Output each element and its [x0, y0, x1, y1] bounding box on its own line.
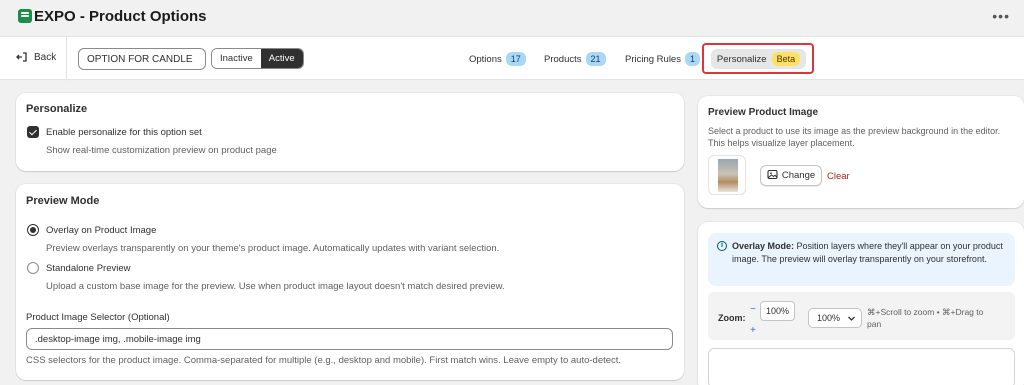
app-logo-icon: [18, 9, 32, 23]
enable-personalize-label: Enable personalize for this option set: [46, 127, 202, 138]
tab-options-count: 17: [505, 52, 526, 66]
overlay-mode-info-banner: i Overlay Mode: Position layers where th…: [708, 233, 1015, 286]
product-thumbnail[interactable]: [708, 155, 746, 195]
standalone-label: Standalone Preview: [46, 263, 131, 274]
tab-products-count: 21: [585, 52, 606, 66]
tab-options[interactable]: Options 17: [469, 52, 526, 66]
tab-products[interactable]: Products 21: [544, 52, 606, 66]
toolbar: Back Inactive Active Options 17 Products…: [0, 36, 1024, 81]
overlay-radio[interactable]: [27, 224, 39, 236]
zoom-preset-select[interactable]: 100%: [808, 308, 862, 328]
info-icon: i: [717, 241, 727, 251]
selector-help: CSS selectors for the product image. Com…: [26, 355, 622, 366]
overlay-help: Preview overlays transparently on your t…: [46, 243, 500, 254]
zoom-hint-1: ⌘+Scroll to zoom • ⌘+Drag to: [867, 307, 984, 317]
tab-pricing-rules-label: Pricing Rules: [625, 53, 681, 65]
clear-image-link[interactable]: Clear: [827, 171, 850, 182]
tab-personalize-label: Personalize: [716, 53, 767, 65]
product-image-selector-input[interactable]: [26, 328, 673, 350]
zoom-out-button[interactable]: −: [750, 304, 756, 315]
tab-bar: Options 17 Products 21 Pricing Rules 1 P…: [0, 37, 1024, 81]
page-title: EXPO - Product Options: [34, 8, 207, 25]
tab-personalize[interactable]: Personalize Beta: [711, 49, 806, 69]
info-bold: Overlay Mode:: [732, 241, 795, 251]
preview-canvas[interactable]: [708, 348, 1015, 385]
tab-pricing-rules[interactable]: Pricing Rules 1: [625, 52, 700, 66]
highlight-box: Personalize Beta: [702, 43, 814, 74]
chevron-down-icon: [847, 314, 856, 325]
beta-badge: Beta: [771, 52, 801, 66]
preview-image-title: Preview Product Image: [708, 107, 819, 118]
zoom-value-input[interactable]: [760, 301, 795, 321]
overlay-mode-info-text: Overlay Mode: Position layers where they…: [732, 240, 1008, 266]
standalone-radio[interactable]: [27, 262, 39, 274]
selector-label: Product Image Selector (Optional): [26, 312, 170, 323]
standalone-help: Upload a custom base image for the previ…: [46, 281, 505, 292]
preview-image-desc-1: Select a product to use its image as the…: [708, 126, 1001, 136]
preview-mode-title: Preview Mode: [26, 195, 100, 207]
change-label: Change: [781, 170, 816, 181]
zoom-in-button[interactable]: +: [750, 325, 756, 336]
preview-image-desc-2: This helps visualize layer placement.: [708, 138, 855, 148]
tab-products-label: Products: [544, 53, 582, 65]
personalize-card-title: Personalize: [26, 103, 88, 115]
candle-product-image: [718, 159, 738, 192]
title-bar: EXPO - Product Options •••: [0, 0, 1024, 36]
tab-pricing-rules-count: 1: [684, 52, 700, 66]
overlay-label: Overlay on Product Image: [46, 225, 157, 236]
zoom-preset-value: 100%: [817, 313, 841, 323]
zoom-hint-2: pan: [867, 319, 882, 329]
zoom-label: Zoom:: [718, 313, 746, 323]
image-icon: [767, 169, 778, 183]
tab-options-label: Options: [469, 53, 502, 65]
change-image-button[interactable]: Change: [760, 165, 822, 186]
enable-personalize-checkbox[interactable]: [27, 126, 39, 138]
more-actions-icon[interactable]: •••: [992, 8, 1010, 24]
enable-personalize-help: Show real-time customization preview on …: [46, 145, 277, 156]
